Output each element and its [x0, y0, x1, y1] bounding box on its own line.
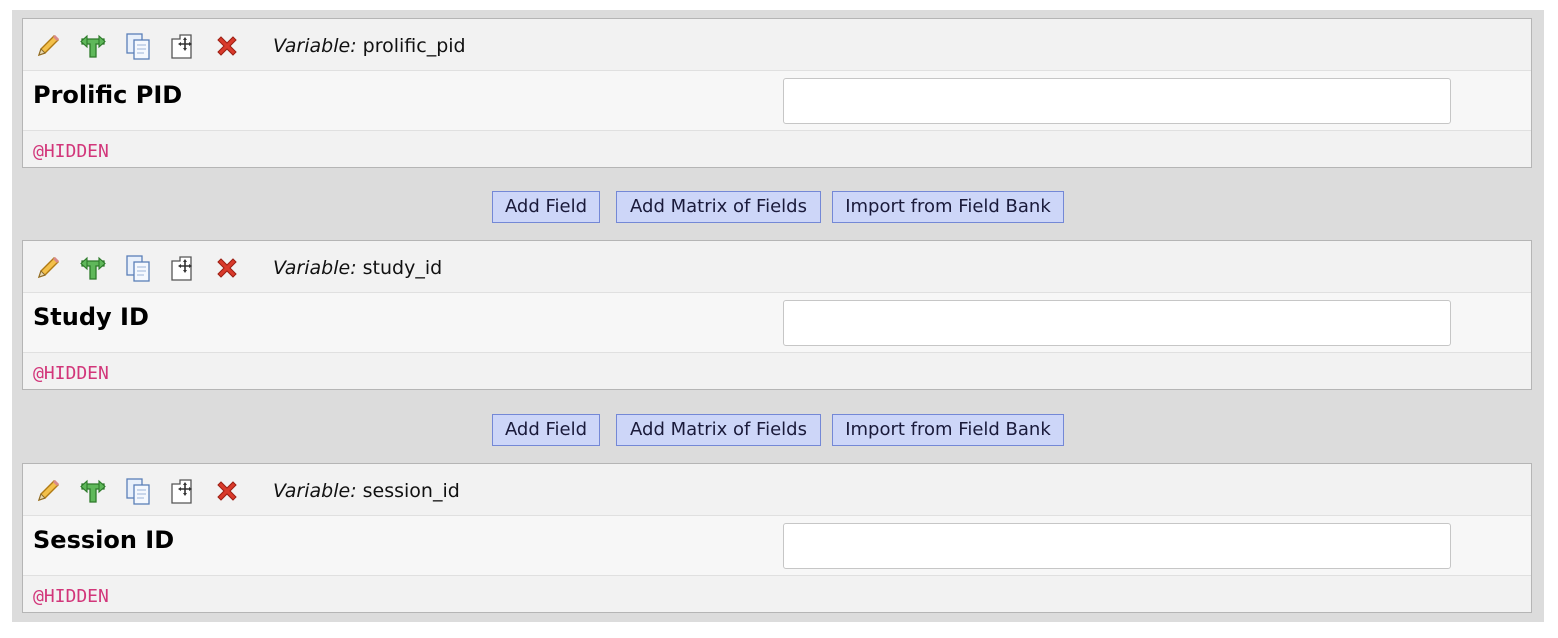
- move-field-icon[interactable]: [167, 253, 197, 283]
- edit-pencil-icon[interactable]: [33, 253, 63, 283]
- delete-field-icon[interactable]: [212, 253, 242, 283]
- variable-value: study_id: [362, 257, 443, 279]
- edit-pencil-icon[interactable]: [33, 31, 63, 61]
- copy-field-icon[interactable]: [123, 31, 153, 61]
- add-matrix-button[interactable]: Add Matrix of Fields: [616, 414, 821, 446]
- field-body: Study ID: [23, 293, 1531, 353]
- branching-logic-icon[interactable]: [78, 253, 108, 283]
- field-body: Session ID: [23, 516, 1531, 576]
- variable-value: prolific_pid: [362, 35, 466, 57]
- page-canvas: Variable: prolific_pid Prolific PID @HID…: [0, 0, 1558, 638]
- delete-field-icon[interactable]: [212, 31, 242, 61]
- import-field-bank-button[interactable]: Import from Field Bank: [832, 414, 1064, 446]
- add-field-button[interactable]: Add Field: [492, 414, 600, 446]
- variable-name: Variable: prolific_pid: [273, 35, 466, 57]
- add-field-bar: Add Field Add Matrix of Fields Import fr…: [12, 414, 1544, 446]
- move-field-icon[interactable]: [167, 31, 197, 61]
- move-field-icon[interactable]: [167, 476, 197, 506]
- add-matrix-button[interactable]: Add Matrix of Fields: [616, 191, 821, 223]
- field-block-study-id: Variable: study_id Study ID @HIDDEN: [22, 240, 1532, 390]
- variable-prefix: Variable:: [273, 35, 357, 57]
- text-input-field[interactable]: [783, 300, 1451, 346]
- variable-prefix: Variable:: [273, 480, 357, 502]
- action-tag-annotation: @HIDDEN: [33, 363, 109, 384]
- field-toolbar: Variable: study_id: [23, 241, 1531, 293]
- branching-logic-icon[interactable]: [78, 31, 108, 61]
- import-field-bank-button[interactable]: Import from Field Bank: [832, 191, 1064, 223]
- variable-prefix: Variable:: [273, 257, 357, 279]
- field-label: Prolific PID: [33, 81, 183, 109]
- action-tag-annotation: @HIDDEN: [33, 586, 109, 607]
- branching-logic-icon[interactable]: [78, 476, 108, 506]
- copy-field-icon[interactable]: [123, 476, 153, 506]
- edit-pencil-icon[interactable]: [33, 476, 63, 506]
- field-body: Prolific PID: [23, 71, 1531, 131]
- add-field-button[interactable]: Add Field: [492, 191, 600, 223]
- variable-name: Variable: study_id: [273, 257, 442, 279]
- field-label: Study ID: [33, 303, 149, 331]
- variable-name: Variable: session_id: [273, 480, 460, 502]
- text-input-field[interactable]: [783, 78, 1451, 124]
- action-tag-annotation: @HIDDEN: [33, 141, 109, 162]
- add-field-bar: Add Field Add Matrix of Fields Import fr…: [12, 191, 1544, 223]
- text-input-field[interactable]: [783, 523, 1451, 569]
- field-toolbar: Variable: prolific_pid: [23, 19, 1531, 71]
- copy-field-icon[interactable]: [123, 253, 153, 283]
- field-label: Session ID: [33, 526, 175, 554]
- delete-field-icon[interactable]: [212, 476, 242, 506]
- online-designer-field-list: Variable: prolific_pid Prolific PID @HID…: [12, 10, 1544, 622]
- variable-value: session_id: [362, 480, 460, 502]
- field-toolbar: Variable: session_id: [23, 464, 1531, 516]
- field-block-session-id: Variable: session_id Session ID @HIDDEN: [22, 463, 1532, 613]
- field-block-prolific-pid: Variable: prolific_pid Prolific PID @HID…: [22, 18, 1532, 168]
